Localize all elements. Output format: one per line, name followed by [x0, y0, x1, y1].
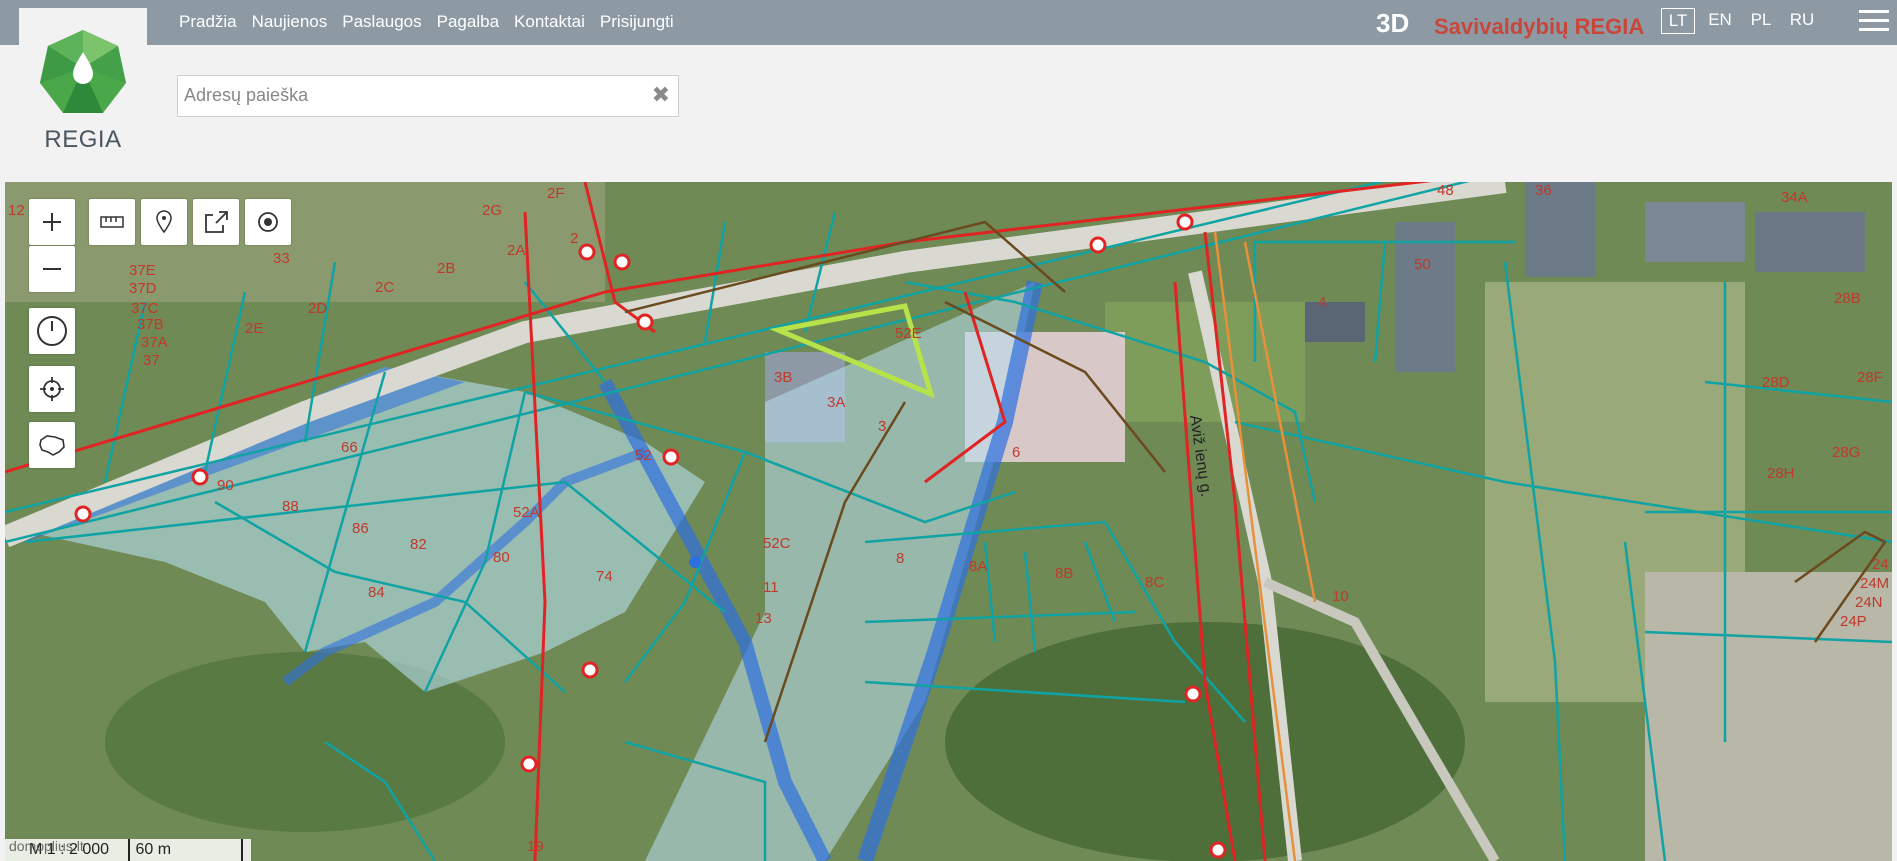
scale-bar: 60 m: [127, 839, 244, 861]
parcel-label: 2E: [245, 320, 264, 337]
nav-naujienos[interactable]: Naujienos: [252, 12, 328, 32]
parcel-label: 24M: [1860, 575, 1890, 592]
marker-button[interactable]: [141, 199, 187, 245]
parcel-label: 19: [527, 838, 544, 855]
parcel-label: 84: [368, 584, 385, 601]
nav-paslaugos[interactable]: Paslaugos: [342, 12, 421, 32]
measure-icon: [100, 216, 124, 228]
top-bar: Pradžia Naujienos Paslaugos Pagalba Kont…: [0, 0, 1897, 45]
language-switcher: LT EN PL RU: [1661, 8, 1827, 34]
parcel-label: 4: [1318, 294, 1327, 311]
target-icon: [258, 212, 278, 232]
parcel-label: 8: [896, 550, 905, 567]
nav-pradzia[interactable]: Pradžia: [179, 12, 237, 32]
locate-icon: [40, 377, 64, 401]
parcel-label: 8A: [969, 558, 988, 575]
nav-pagalba[interactable]: Pagalba: [437, 12, 499, 32]
parcel-label: 2G: [482, 202, 503, 219]
lithuania-icon: [39, 435, 65, 456]
share-button[interactable]: [193, 199, 239, 245]
parcel-label: 24P: [1840, 613, 1867, 630]
parcel-label: 24: [1872, 556, 1889, 573]
history-icon: [37, 316, 67, 346]
lang-pl[interactable]: PL: [1745, 8, 1777, 32]
clear-icon[interactable]: ✖: [652, 82, 670, 108]
parcel-label: 3: [878, 418, 887, 435]
history-button[interactable]: [29, 308, 75, 354]
parcel-label: 8C: [1145, 574, 1165, 591]
parcel-label: 28F: [1857, 369, 1883, 386]
parcel-label: 48: [1437, 182, 1454, 199]
parcel-label: 28D: [1762, 374, 1790, 391]
parcel-label: 88: [282, 498, 299, 515]
parcel-label: 2B: [437, 260, 456, 277]
parcel-label: 28G: [1832, 444, 1861, 461]
menu-icon[interactable]: [1859, 10, 1889, 36]
nav-kontaktai[interactable]: Kontaktai: [514, 12, 585, 32]
parcel-label: 52A: [513, 504, 540, 521]
parcel-label: 10: [1332, 588, 1349, 605]
parcel-label: 52E: [895, 325, 922, 342]
marker-icon: [156, 210, 172, 234]
lang-lt[interactable]: LT: [1661, 8, 1695, 34]
parcel-label: 80: [493, 549, 510, 566]
search-input[interactable]: [178, 76, 630, 114]
parcel-label: 28H: [1767, 465, 1795, 482]
parcel-label: 2C: [375, 279, 395, 296]
logo-gem-icon: [40, 30, 126, 113]
parcel-label: 50: [1414, 256, 1431, 273]
locate-button[interactable]: [29, 366, 75, 412]
parcel-label: 2: [570, 230, 579, 247]
parcel-label: 74: [596, 568, 613, 585]
parcel-label: 13: [755, 610, 772, 627]
lang-ru[interactable]: RU: [1786, 8, 1818, 32]
zoom-out-icon: [43, 268, 61, 270]
nav-prisijungti[interactable]: Prisijungti: [600, 12, 674, 32]
parcel-label: 11: [763, 579, 779, 596]
parcel-label: 28B: [1834, 290, 1861, 307]
parcel-label: 2A: [507, 242, 526, 259]
parcel-label: 24N: [1855, 594, 1883, 611]
map-canvas: [5, 182, 1892, 861]
address-search: ✖: [177, 75, 679, 117]
3d-button[interactable]: 3D: [1376, 8, 1409, 39]
main-nav: Pradžia Naujienos Paslaugos Pagalba Kont…: [179, 12, 689, 32]
parcel-label: 66: [341, 439, 358, 456]
measure-button[interactable]: [89, 199, 135, 245]
parcel-label: 37C: [131, 300, 159, 317]
parcel-label: 8B: [1055, 565, 1074, 582]
country-extent-button[interactable]: [29, 422, 75, 468]
parcel-label: 36: [1535, 182, 1552, 199]
watermark: domoplius.lt: [9, 838, 84, 854]
logo-text: REGIA: [44, 126, 122, 153]
parcel-label: 86: [352, 520, 369, 537]
target-button[interactable]: [245, 199, 291, 245]
parcel-label: 12: [8, 202, 25, 219]
parcel-label: 37A: [141, 334, 168, 351]
map-view[interactable]: 2F 2G 2 2B 2A 33 2E 2D 2C 37E 37D 37C 37…: [5, 182, 1892, 861]
parcel-label: 34A: [1781, 189, 1808, 206]
parcel-label: 3B: [774, 369, 793, 386]
parcel-label: 2D: [308, 300, 328, 317]
parcel-label: 37B: [137, 316, 164, 333]
parcel-label: 52C: [763, 535, 791, 552]
parcel-label: 82: [410, 536, 427, 553]
logo[interactable]: REGIA: [19, 8, 147, 166]
zoom-in-button[interactable]: [29, 199, 75, 245]
parcel-label: 2F: [547, 185, 565, 202]
zoom-in-icon: [43, 213, 61, 231]
parcel-label: 90: [217, 477, 234, 494]
parcel-label: 6: [1012, 444, 1021, 461]
parcel-label: 37: [143, 352, 160, 369]
parcel-label: 37E: [129, 262, 156, 279]
map-scale: domoplius.lt M 1 : 2 000 60 m: [5, 838, 252, 861]
parcel-label: 52: [635, 447, 652, 464]
lang-en[interactable]: EN: [1704, 8, 1736, 32]
parcel-label: 37D: [129, 280, 157, 297]
share-icon: [205, 211, 228, 233]
zoom-out-button[interactable]: [29, 246, 75, 292]
parcel-label: 3A: [827, 394, 846, 411]
parcel-label: 33: [273, 250, 290, 267]
brand-link[interactable]: Savivaldybių REGIA: [1434, 14, 1644, 40]
